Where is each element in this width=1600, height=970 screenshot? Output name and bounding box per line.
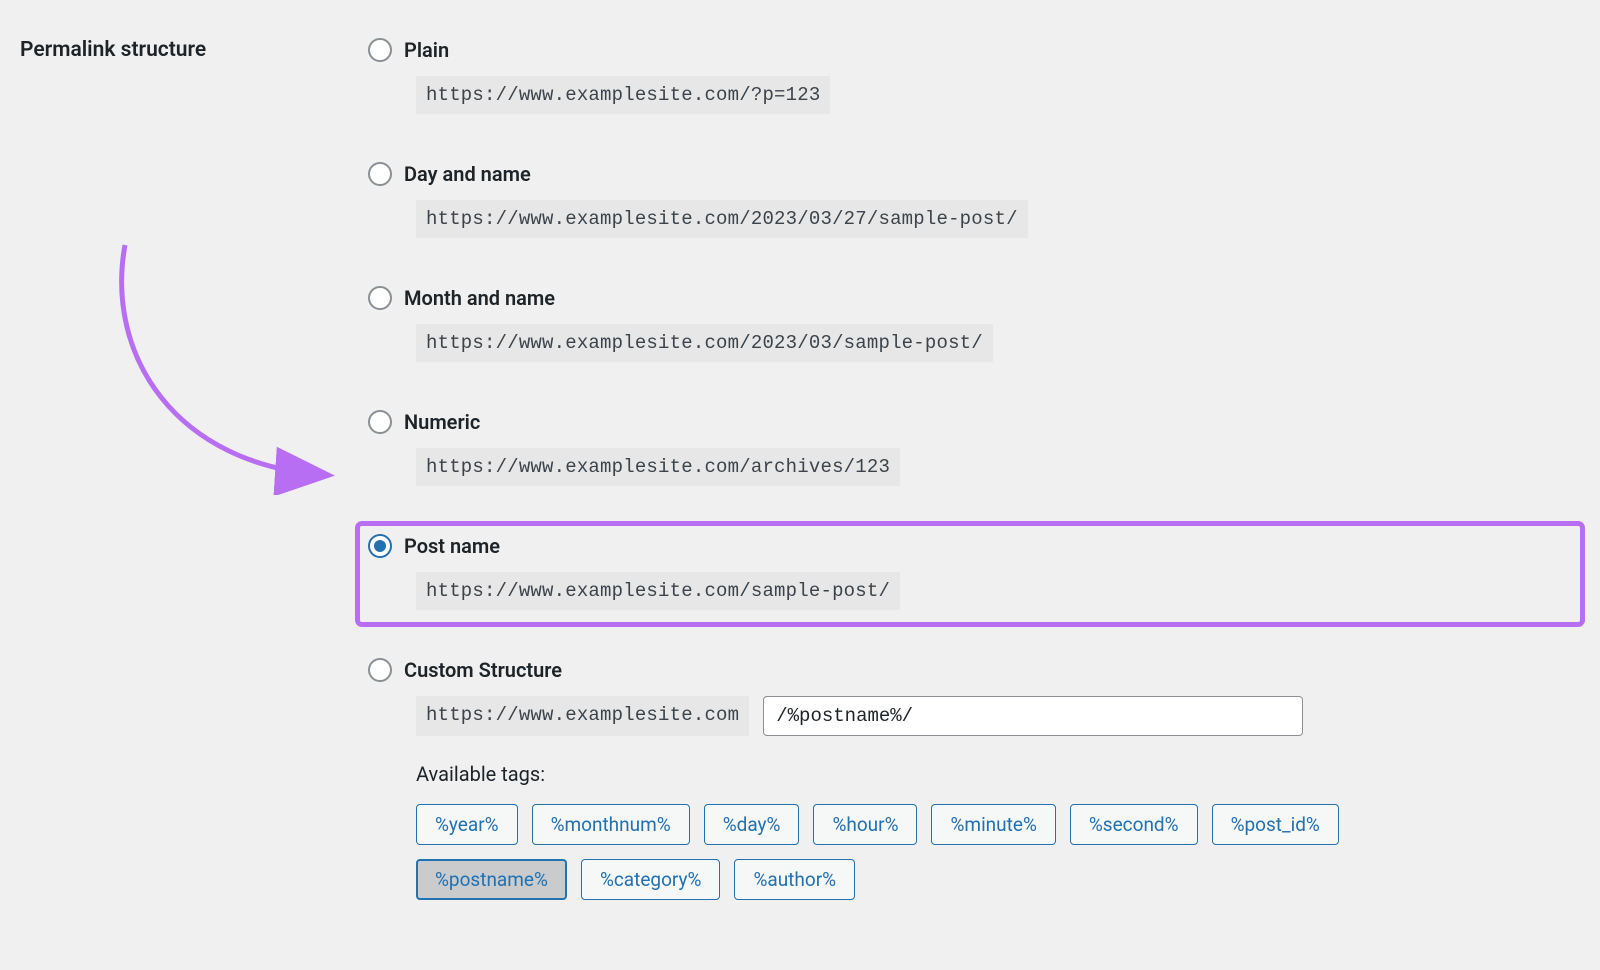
tag-button[interactable]: %year% bbox=[416, 804, 518, 845]
url-preview-month-name: https://www.examplesite.com/2023/03/samp… bbox=[416, 324, 993, 362]
tag-button[interactable]: %hour% bbox=[813, 804, 917, 845]
radio-post-name[interactable] bbox=[368, 534, 392, 558]
radio-month-name[interactable] bbox=[368, 286, 392, 310]
url-preview-numeric: https://www.examplesite.com/archives/123 bbox=[416, 448, 900, 486]
url-preview-custom-base: https://www.examplesite.com bbox=[416, 696, 749, 736]
tag-button[interactable]: %post_id% bbox=[1212, 804, 1339, 845]
label-numeric[interactable]: Numeric bbox=[404, 410, 480, 434]
option-numeric: Numeric https://www.examplesite.com/arch… bbox=[360, 402, 1580, 498]
url-preview-plain: https://www.examplesite.com/?p=123 bbox=[416, 76, 830, 114]
label-month-name[interactable]: Month and name bbox=[404, 286, 555, 310]
section-title: Permalink structure bbox=[20, 30, 360, 62]
option-custom: Custom Structure https://www.examplesite… bbox=[360, 650, 1580, 912]
permalink-settings-row: Permalink structure Plain https://www.ex… bbox=[20, 30, 1580, 940]
option-plain: Plain https://www.examplesite.com/?p=123 bbox=[360, 30, 1580, 126]
url-preview-day-name: https://www.examplesite.com/2023/03/27/s… bbox=[416, 200, 1028, 238]
options-column: Plain https://www.examplesite.com/?p=123… bbox=[360, 30, 1580, 940]
tag-button[interactable]: %postname% bbox=[416, 859, 567, 900]
url-preview-post-name: https://www.examplesite.com/sample-post/ bbox=[416, 572, 900, 610]
tag-button[interactable]: %second% bbox=[1070, 804, 1198, 845]
label-custom[interactable]: Custom Structure bbox=[404, 658, 562, 682]
option-day-name: Day and name https://www.examplesite.com… bbox=[360, 154, 1580, 250]
tag-button[interactable]: %category% bbox=[581, 859, 721, 900]
label-day-name[interactable]: Day and name bbox=[404, 162, 531, 186]
available-tags-label: Available tags: bbox=[416, 762, 1572, 786]
option-month-name: Month and name https://www.examplesite.c… bbox=[360, 278, 1580, 374]
radio-plain[interactable] bbox=[368, 38, 392, 62]
label-plain[interactable]: Plain bbox=[404, 38, 449, 62]
tag-button[interactable]: %day% bbox=[704, 804, 800, 845]
tag-button[interactable]: %author% bbox=[734, 859, 855, 900]
radio-day-name[interactable] bbox=[368, 162, 392, 186]
custom-structure-input[interactable] bbox=[763, 696, 1303, 736]
option-post-name: Post name https://www.examplesite.com/sa… bbox=[360, 526, 1580, 622]
tag-button[interactable]: %minute% bbox=[931, 804, 1055, 845]
radio-numeric[interactable] bbox=[368, 410, 392, 434]
tag-buttons-container: %year% %monthnum% %day% %hour% %minute% %seco… bbox=[416, 804, 1416, 900]
label-post-name[interactable]: Post name bbox=[404, 534, 500, 558]
radio-custom[interactable] bbox=[368, 658, 392, 682]
tag-button[interactable]: %monthnum% bbox=[532, 804, 690, 845]
